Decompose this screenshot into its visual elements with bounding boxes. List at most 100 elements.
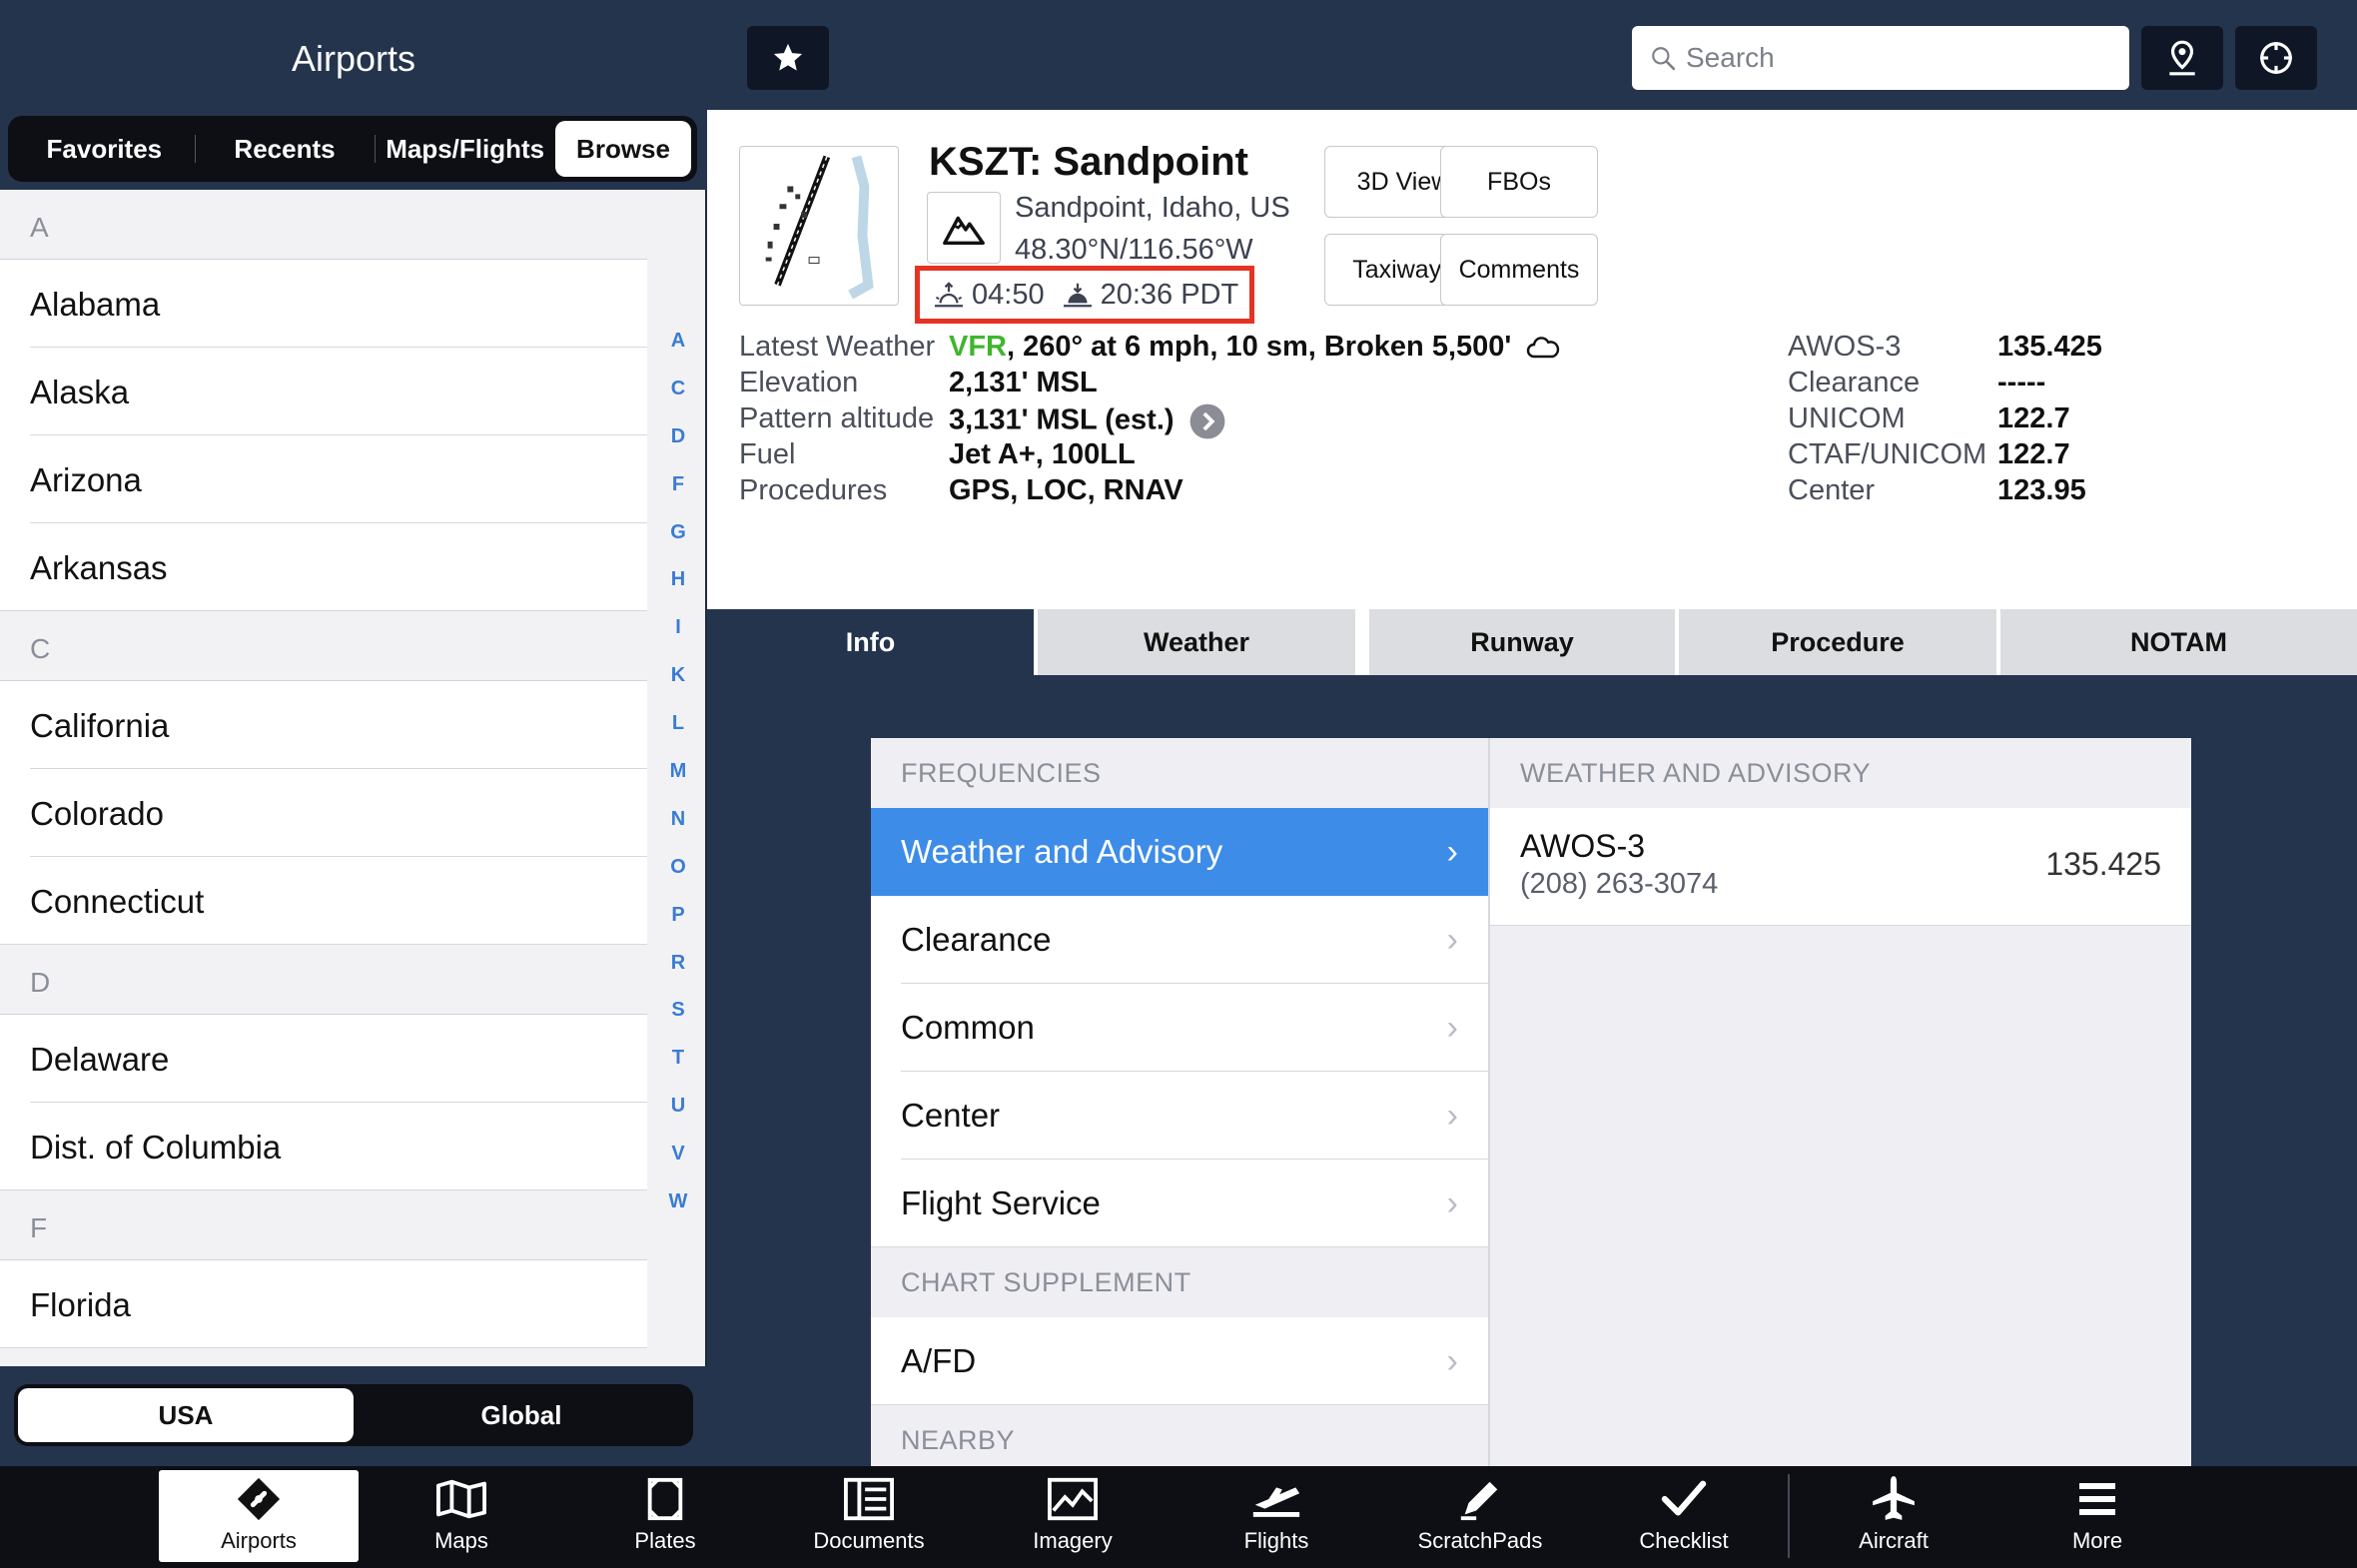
region-toggle-bar: USA Global (0, 1366, 707, 1466)
crosshair-icon (2260, 42, 2292, 74)
tabbar-documents[interactable]: Documents (769, 1470, 969, 1562)
segment-browse[interactable]: Browse (555, 121, 692, 177)
freq-item-weather-advisory[interactable]: Weather and Advisory › (871, 808, 1488, 896)
section-header-chart-supplement: CHART SUPPLEMENT (871, 1247, 1488, 1317)
chevron-circle-icon[interactable] (1188, 402, 1226, 440)
airport-compass-icon (237, 1477, 281, 1521)
index-letter[interactable]: V (653, 1143, 703, 1190)
sidebar-header: Airports Favorites Recents Maps/Flights … (0, 0, 707, 190)
section-header-c: C (0, 611, 647, 681)
tabbar-maps[interactable]: Maps (362, 1470, 561, 1562)
freq-item-clearance[interactable]: Clearance › (871, 896, 1488, 984)
detail-frequency-item[interactable]: AWOS-3 (208) 263-3074 135.425 (1490, 808, 2191, 926)
list-item-florida[interactable]: Florida (0, 1260, 647, 1348)
tab-info[interactable]: Info (707, 609, 1034, 675)
region-toggle: USA Global (14, 1384, 693, 1446)
index-letter[interactable]: L (653, 712, 703, 760)
chart-item-label: A/FD (901, 1342, 977, 1379)
list-item-connecticut[interactable]: Connecticut (0, 857, 647, 945)
freq-item-center[interactable]: Center › (871, 1072, 1488, 1160)
detail-station-name: AWOS-3 (1520, 828, 1646, 864)
airport-diagram-thumbnail[interactable] (739, 146, 899, 306)
tabbar-airports[interactable]: Airports (159, 1470, 359, 1562)
index-letter[interactable]: S (653, 999, 703, 1047)
index-letter[interactable]: T (653, 1047, 703, 1095)
index-letter[interactable]: O (653, 856, 703, 904)
alphabet-index[interactable]: A C D F G H I K L M N O P R S T U V W (653, 330, 703, 1238)
index-letter[interactable]: I (653, 616, 703, 664)
pattern-altitude-value[interactable]: 3,131' MSL (est.) (949, 402, 1226, 440)
pattern-altitude-text: 3,131' MSL (est.) (949, 403, 1175, 436)
chevron-right-icon: › (1446, 920, 1458, 959)
tab-procedure[interactable]: Procedure (1679, 609, 1996, 675)
segment-maps-flights[interactable]: Maps/Flights (375, 121, 555, 177)
tab-runway[interactable]: Runway (1369, 609, 1675, 675)
list-item-delaware[interactable]: Delaware (0, 1015, 647, 1103)
freq-value-awos: 135.425 (1997, 331, 2102, 363)
map-pin-button[interactable] (2141, 26, 2223, 90)
state-list[interactable]: A Alabama Alaska Arizona Arkansas C Cali… (0, 190, 647, 1366)
tabbar-label: ScratchPads (1417, 1528, 1543, 1553)
freq-item-common[interactable]: Common › (871, 984, 1488, 1072)
index-letter[interactable]: D (653, 425, 703, 473)
detail-frequency: 135.425 (2045, 846, 2161, 882)
favorite-button[interactable] (747, 26, 829, 90)
region-global-button[interactable]: Global (354, 1388, 689, 1442)
index-letter[interactable]: R (653, 952, 703, 1000)
terrain-button[interactable] (927, 192, 1001, 264)
latest-weather-value[interactable]: VFR, 260° at 6 mph, 10 sm, Broken 5,500' (949, 331, 1561, 364)
index-letter[interactable]: P (653, 904, 703, 952)
detail-phone[interactable]: (208) 263-3074 (1520, 868, 1718, 901)
frequency-categories-panel: FREQUENCIES Weather and Advisory › Clear… (871, 738, 1488, 1466)
locate-button[interactable] (2235, 26, 2317, 90)
index-letter[interactable]: H (653, 568, 703, 616)
index-letter[interactable]: W (653, 1190, 703, 1238)
segment-favorites[interactable]: Favorites (14, 121, 195, 177)
index-letter[interactable]: K (653, 664, 703, 712)
index-letter[interactable]: C (653, 378, 703, 425)
tabbar-plates[interactable]: Plates (565, 1470, 765, 1562)
sunset-time: 20:36 PDT (1100, 278, 1239, 311)
segment-recents[interactable]: Recents (194, 121, 376, 177)
cloud-icon (1527, 337, 1560, 359)
bottom-tab-bar: Airports Maps Plates Documents Imagery F… (0, 1466, 2357, 1568)
tabbar-label: Checklist (1639, 1528, 1729, 1553)
tab-notam[interactable]: NOTAM (2000, 609, 2357, 675)
tabbar-imagery[interactable]: Imagery (973, 1470, 1173, 1562)
tab-weather[interactable]: Weather (1038, 609, 1355, 675)
search-field[interactable] (1632, 26, 2129, 90)
index-letter[interactable]: U (653, 1095, 703, 1143)
index-letter[interactable]: A (653, 330, 703, 378)
list-item-arkansas[interactable]: Arkansas (0, 523, 647, 611)
chevron-right-icon: › (1446, 1183, 1458, 1222)
index-letter[interactable]: M (653, 760, 703, 808)
tabbar-scratchpads[interactable]: ScratchPads (1380, 1470, 1580, 1562)
list-item-dist-of-columbia[interactable]: Dist. of Columbia (0, 1103, 647, 1190)
region-usa-button[interactable]: USA (18, 1388, 354, 1442)
freq-item-flight-service[interactable]: Flight Service › (871, 1160, 1488, 1247)
list-item-colorado[interactable]: Colorado (0, 769, 647, 857)
chart-item-afd[interactable]: A/FD › (871, 1317, 1488, 1405)
index-letter[interactable]: G (653, 521, 703, 569)
tabbar-label: Plates (634, 1528, 696, 1553)
search-icon (1652, 47, 1676, 71)
sunset-icon (1063, 283, 1092, 308)
checkmark-icon (1661, 1480, 1707, 1516)
elevation-label: Elevation (739, 367, 859, 398)
index-letter[interactable]: N (653, 808, 703, 856)
tabbar-checklist[interactable]: Checklist (1584, 1470, 1784, 1562)
tabbar-more[interactable]: More (1997, 1470, 2197, 1562)
list-item-arizona[interactable]: Arizona (0, 435, 647, 523)
freq-value-ctaf: 122.7 (1997, 438, 2070, 470)
chevron-right-icon: › (1446, 1008, 1458, 1047)
tabbar-flights[interactable]: Flights (1177, 1470, 1376, 1562)
weather-label: Latest Weather (739, 331, 936, 363)
tabbar-aircraft[interactable]: Aircraft (1794, 1470, 1993, 1562)
list-item-california[interactable]: California (0, 681, 647, 769)
search-input[interactable] (1686, 42, 2105, 74)
index-letter[interactable]: F (653, 473, 703, 521)
list-item-alabama[interactable]: Alabama (0, 260, 647, 348)
fbos-button[interactable]: FBOs (1440, 146, 1598, 218)
list-item-alaska[interactable]: Alaska (0, 348, 647, 435)
comments-button[interactable]: Comments (1440, 234, 1598, 306)
